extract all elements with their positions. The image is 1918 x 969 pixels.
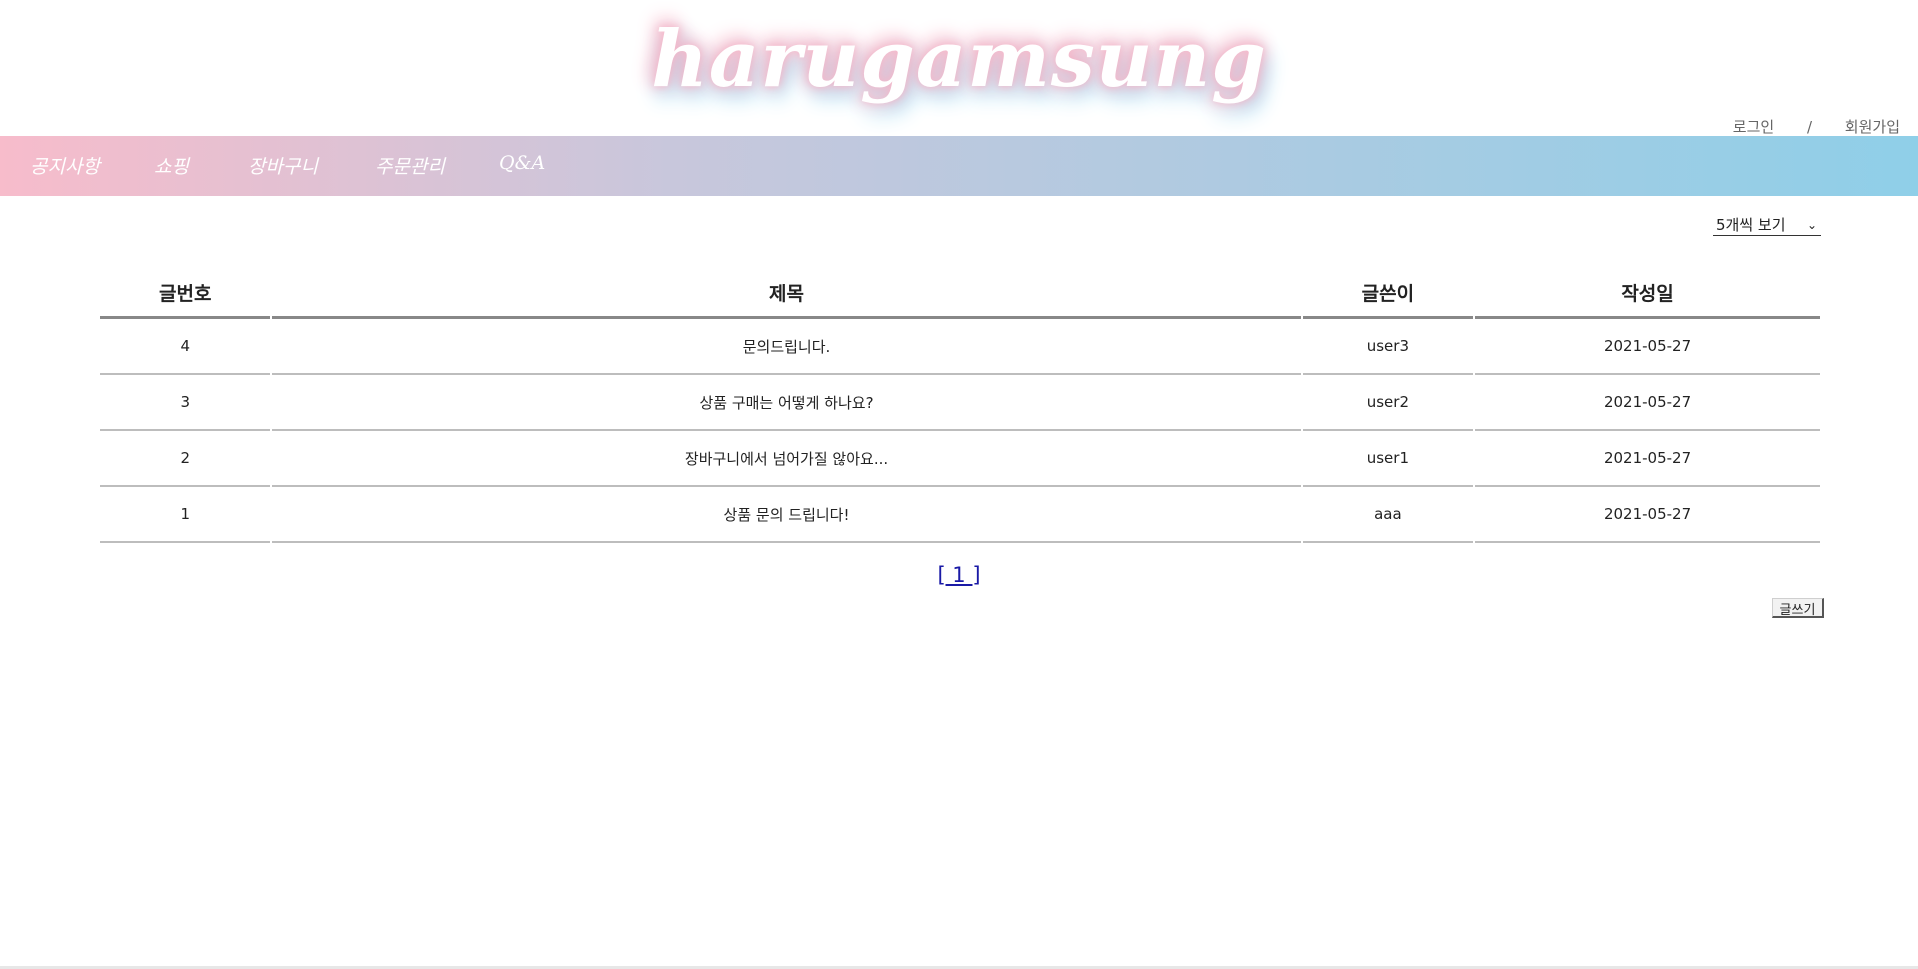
chevron-down-icon: ⌄ [1806,218,1817,232]
post-title-link[interactable]: 장바구니에서 넘어가질 않아요... [272,431,1301,487]
qna-board-table: 글번호 제목 글쓴이 작성일 4 문의드립니다. user3 2021-05-2… [98,268,1822,543]
column-header-date: 작성일 [1475,268,1820,319]
post-number: 4 [100,319,271,375]
post-date: 2021-05-27 [1475,319,1820,375]
post-writer: aaa [1302,487,1474,543]
post-number: 3 [100,375,271,431]
table-row: 3 상품 구매는 어떻게 하나요? user2 2021-05-27 [100,375,1820,431]
nav-item-shopping[interactable]: 쇼핑 [154,152,189,179]
table-row: 2 장바구니에서 넘어가질 않아요... user1 2021-05-27 [100,431,1820,487]
table-row: 4 문의드립니다. user3 2021-05-27 [100,319,1820,375]
nav-item-notice[interactable]: 공지사항 [30,152,100,179]
post-writer: user2 [1302,375,1474,431]
per-page-select[interactable]: 5개씩 보기 ⌄ [1713,214,1821,236]
site-header: harugamsung 로그인 / 회원가입 [0,0,1918,136]
per-page-selected: 5개씩 보기 [1716,216,1786,234]
column-header-title: 제목 [272,268,1301,319]
login-link[interactable]: 로그인 [1733,118,1774,136]
post-number: 2 [100,431,271,487]
signup-link[interactable]: 회원가입 [1845,118,1900,136]
main-nav: 공지사항 쇼핑 장바구니 주문관리 Q&A [0,136,1918,196]
table-header-row: 글번호 제목 글쓴이 작성일 [100,268,1820,319]
nav-item-qna[interactable]: Q&A [499,152,545,174]
pagination: [ 1 ] [0,563,1918,587]
post-number: 1 [100,487,271,543]
post-date: 2021-05-27 [1475,375,1820,431]
table-row: 1 상품 문의 드립니다! aaa 2021-05-27 [100,487,1820,543]
nav-item-orders[interactable]: 주문관리 [375,152,445,179]
auth-links: 로그인 / 회원가입 [1733,116,1900,137]
post-date: 2021-05-27 [1475,487,1820,543]
site-logo[interactable]: harugamsung [0,14,1918,105]
post-title-link[interactable]: 상품 문의 드립니다! [272,487,1301,543]
nav-item-cart[interactable]: 장바구니 [248,152,318,179]
write-post-button[interactable]: 글쓰기 [1772,598,1824,618]
auth-separator: / [1806,118,1813,136]
column-header-no: 글번호 [100,268,271,319]
post-title-link[interactable]: 문의드립니다. [272,319,1301,375]
post-writer: user3 [1302,319,1474,375]
column-header-writer: 글쓴이 [1302,268,1474,319]
post-writer: user1 [1302,431,1474,487]
post-date: 2021-05-27 [1475,431,1820,487]
page-link-1[interactable]: [ 1 ] [937,563,980,587]
post-title-link[interactable]: 상품 구매는 어떻게 하나요? [272,375,1301,431]
